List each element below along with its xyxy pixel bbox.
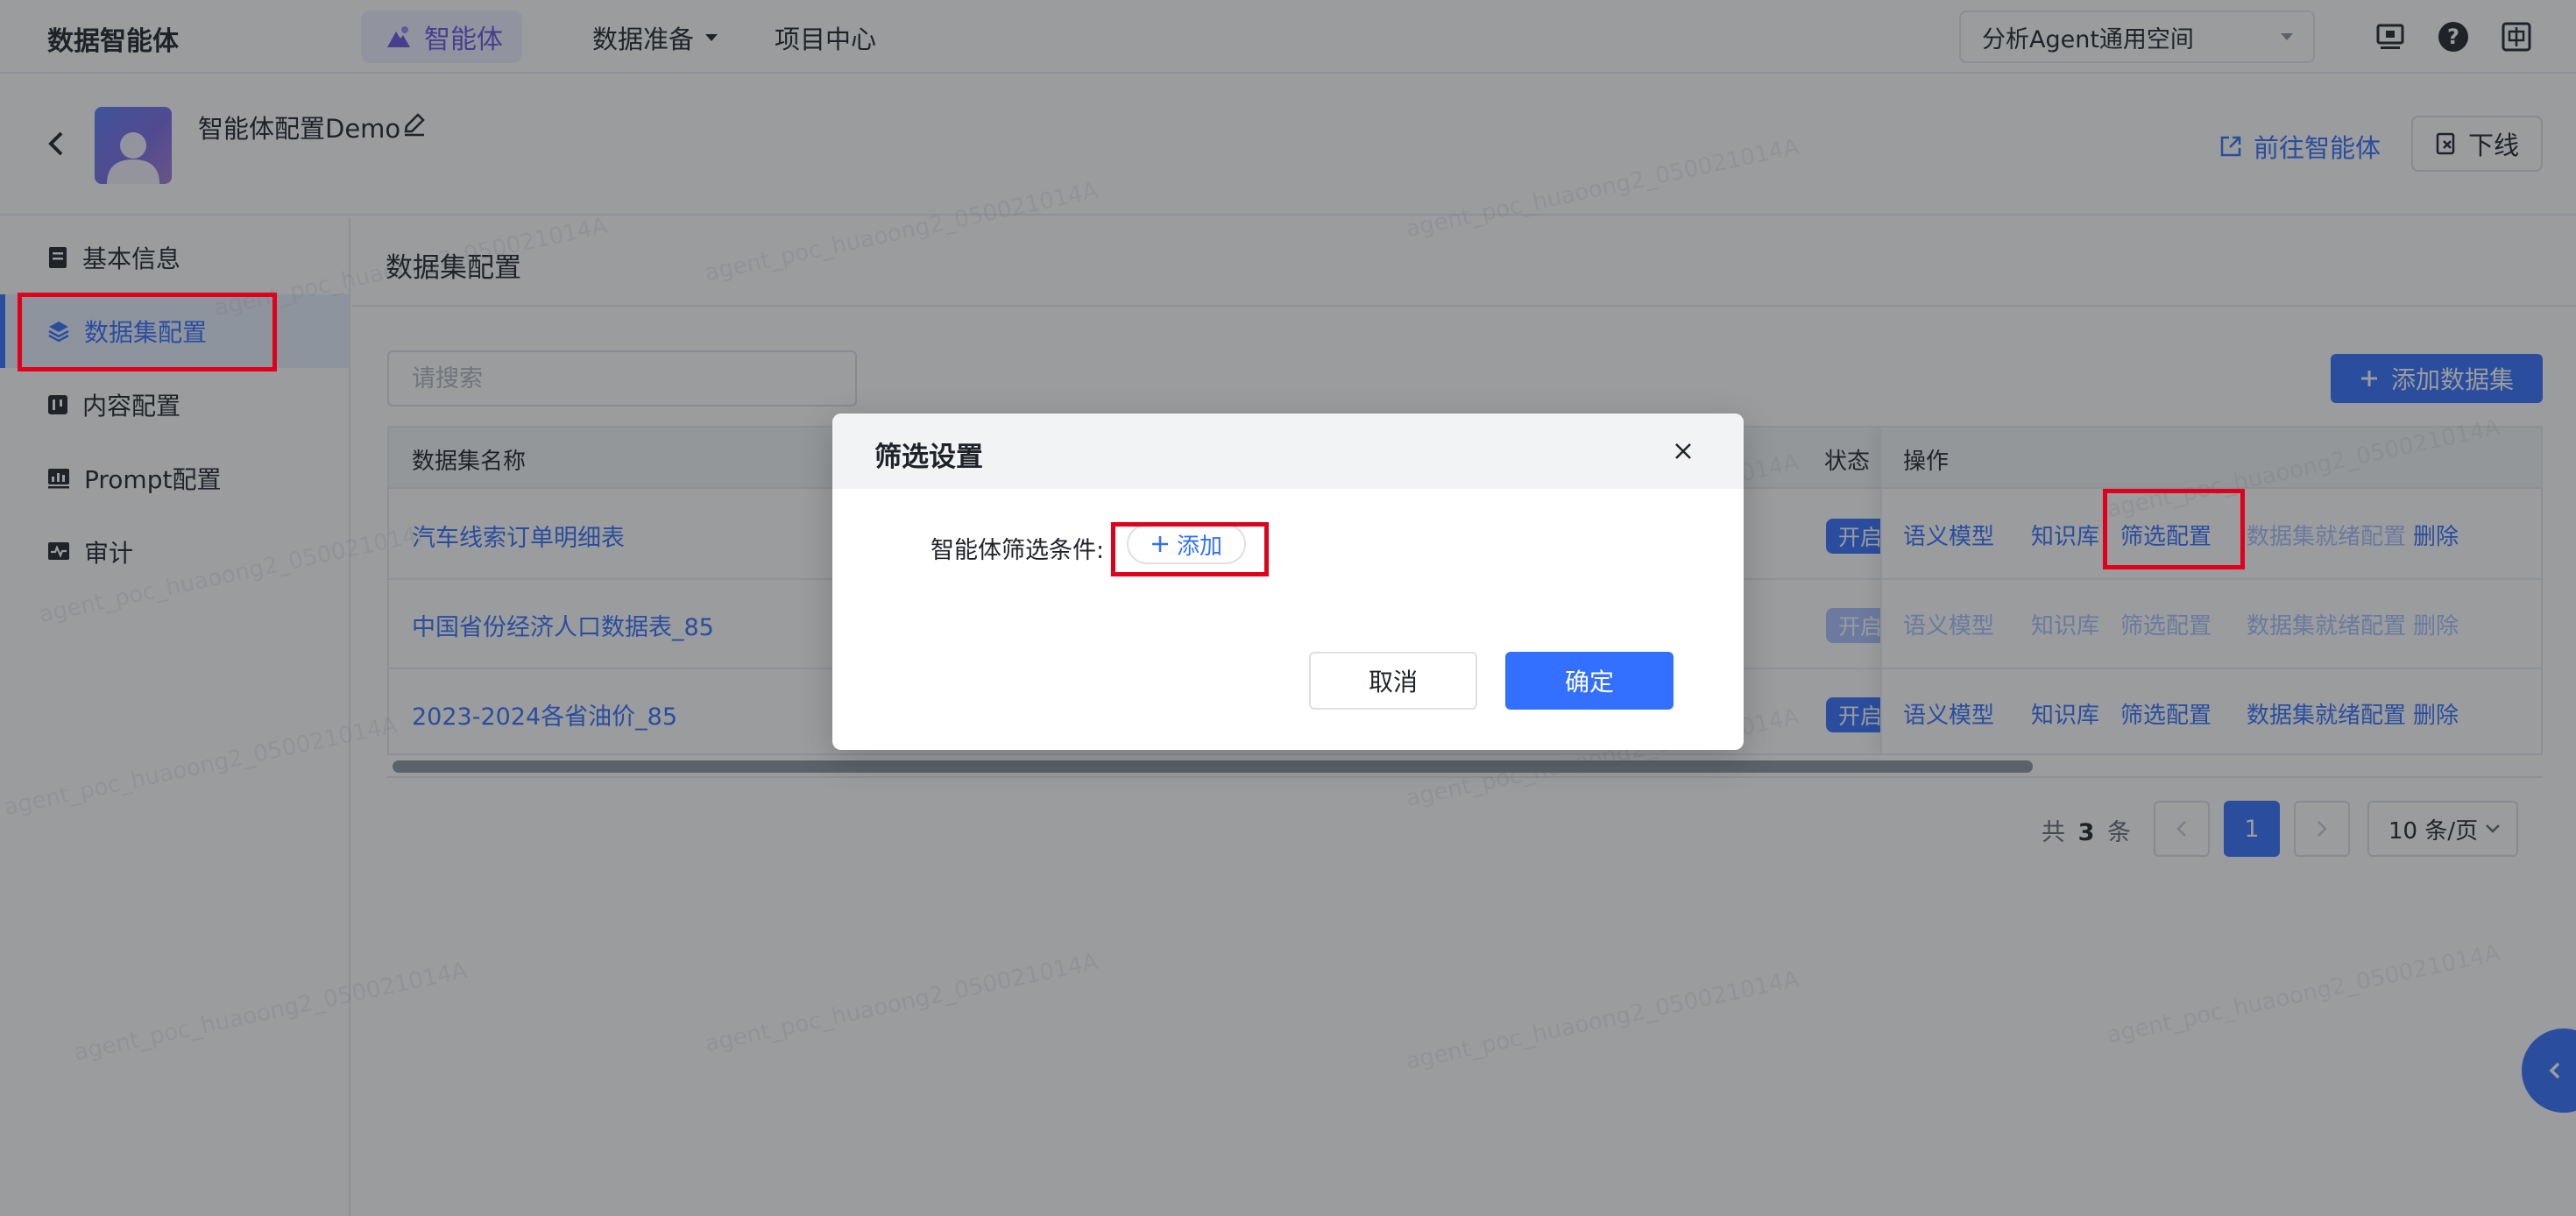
- cancel-button[interactable]: 取消: [1309, 652, 1477, 710]
- close-icon[interactable]: [1670, 438, 1696, 464]
- filter-condition-label: 智能体筛选条件:: [931, 537, 1105, 564]
- filter-settings-dialog: 筛选设置 智能体筛选条件: 添加 取消 确定: [832, 414, 1744, 750]
- add-filter-condition-button[interactable]: 添加: [1127, 524, 1246, 564]
- plus-icon: [1150, 534, 1170, 554]
- confirm-button[interactable]: 确定: [1505, 652, 1674, 710]
- dialog-title: 筛选设置: [874, 442, 983, 473]
- dialog-header: 筛选设置: [832, 414, 1744, 489]
- add-label: 添加: [1176, 533, 1222, 560]
